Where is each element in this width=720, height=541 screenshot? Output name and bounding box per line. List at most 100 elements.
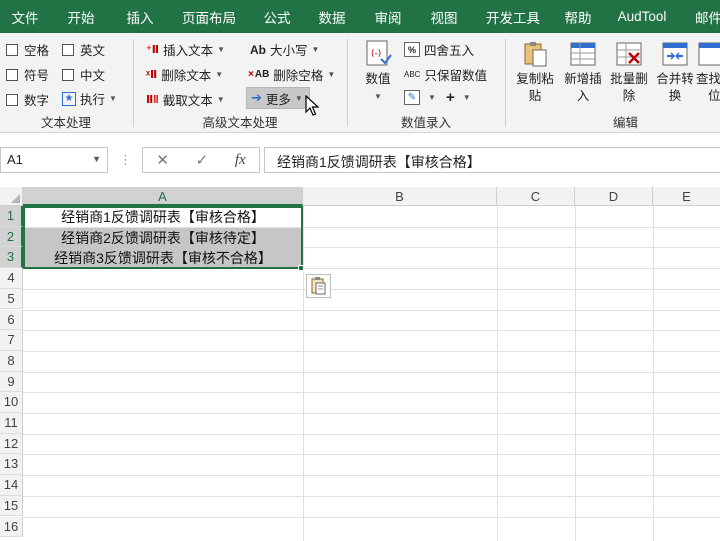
chevron-down-icon[interactable]: ▼: [92, 154, 101, 164]
group-label: 文本处理: [40, 116, 91, 130]
percent-icon: %: [404, 42, 420, 57]
gridline: [23, 309, 720, 311]
copy-paste-button[interactable]: 复制粘 贴: [512, 39, 558, 109]
row-header[interactable]: 9: [0, 371, 23, 393]
menu-review[interactable]: 审阅: [360, 0, 416, 33]
fill-handle[interactable]: [298, 265, 304, 271]
menu-data[interactable]: 数据: [304, 0, 360, 33]
lookup-button[interactable]: 查找 位: [696, 39, 720, 109]
row-header[interactable]: 3: [0, 247, 23, 269]
row-header[interactable]: 11: [0, 413, 23, 434]
chevron-down-icon: ▼: [216, 95, 225, 104]
batch-delete-button[interactable]: 批量删 除: [606, 39, 652, 109]
insert-rows-icon: [568, 39, 598, 69]
row-header[interactable]: 12: [0, 433, 23, 455]
gridline: [23, 350, 720, 352]
row-header[interactable]: 2: [0, 226, 23, 248]
chinese-checkbox[interactable]: 中文: [62, 65, 105, 84]
clipboard-icon: [520, 39, 550, 69]
svg-text:(-): (-): [371, 49, 381, 59]
spreadsheet-grid: A B C D E 1 2 3 4 5 6 7 8 9 10 11 12 13 …: [0, 187, 720, 541]
gridline: [23, 475, 720, 477]
case-button[interactable]: Ab 大小写 ▼: [250, 40, 319, 59]
column-header-a[interactable]: A: [23, 187, 303, 206]
value-button[interactable]: (-) 数值 ▼: [356, 39, 400, 109]
delete-text-icon: ˣⅡ: [146, 69, 158, 81]
column-header-e[interactable]: E: [653, 187, 720, 206]
group-label: 高级文本处理: [202, 116, 278, 130]
cell-a1[interactable]: 经销商1反馈调研表【审核合格】: [24, 207, 302, 227]
add-insert-button[interactable]: 新增插 入: [560, 39, 606, 109]
gridline: [23, 371, 720, 373]
cell-a2[interactable]: 经销商2反馈调研表【审核待定】: [24, 227, 302, 248]
checkbox-icon: [6, 68, 18, 81]
menu-help[interactable]: 帮助: [554, 0, 602, 33]
text-processing-group: 空格 英文 符号 中文 数字 ★ 执行 ▼ 文本处理: [0, 33, 132, 133]
edit-tool-button[interactable]: ✎ ▼: [404, 90, 436, 105]
formula-input[interactable]: 经销商1反馈调研表【审核合格】: [264, 147, 720, 173]
menu-view[interactable]: 视图: [416, 0, 472, 33]
round-button[interactable]: % 四舍五入: [404, 40, 474, 59]
group-label: 数值录入: [400, 116, 451, 130]
keep-value-button[interactable]: ABC 只保留数值: [404, 65, 487, 84]
insert-text-icon: ⁺Ⅱ: [146, 44, 160, 56]
column-header-b[interactable]: B: [303, 187, 497, 206]
row-header[interactable]: 4: [0, 268, 23, 289]
row-header[interactable]: 10: [0, 392, 23, 413]
menu-file[interactable]: 文件: [0, 0, 50, 33]
chevron-down-icon: ▼: [327, 70, 336, 79]
row-header[interactable]: 1: [0, 206, 23, 227]
row-header[interactable]: 13: [0, 454, 23, 476]
abc-icon: ABC: [404, 70, 421, 79]
merge-convert-button[interactable]: 合并转 换: [652, 39, 698, 109]
checkbox-icon: [6, 93, 18, 106]
number-checkbox[interactable]: 数字: [6, 90, 49, 109]
more-button[interactable]: ➔ 更多 ▼: [246, 87, 310, 109]
menu-audtool[interactable]: AudTool: [602, 0, 682, 33]
row-header[interactable]: 14: [0, 475, 23, 496]
row-header[interactable]: 16: [0, 516, 23, 538]
row-header[interactable]: 7: [0, 330, 23, 351]
splitter-handle-icon[interactable]: ⋮: [119, 152, 132, 168]
menu-formulas[interactable]: 公式: [250, 0, 304, 33]
delete-text-button[interactable]: ˣⅡ 删除文本 ▼: [146, 65, 223, 84]
column-header-d[interactable]: D: [575, 187, 653, 206]
enter-icon[interactable]: ✓: [196, 151, 209, 169]
gridline: [575, 206, 576, 541]
row-header[interactable]: 5: [0, 288, 23, 310]
checkbox-icon: [6, 43, 18, 56]
menu-page-layout[interactable]: 页面布局: [168, 0, 250, 33]
lookup-icon: [696, 39, 720, 69]
row-header[interactable]: 15: [0, 495, 23, 517]
menu-developer[interactable]: 开发工具: [472, 0, 554, 33]
menu-home[interactable]: 开始: [50, 0, 112, 33]
english-checkbox[interactable]: 英文: [62, 40, 105, 59]
extract-text-icon: Ⅱ‖: [146, 94, 159, 106]
delete-space-button[interactable]: × AB 删除空格 ▼: [248, 65, 335, 84]
row-header[interactable]: 8: [0, 350, 23, 372]
menu-mail[interactable]: 邮件: [682, 0, 720, 33]
gridline: [23, 454, 720, 456]
paste-options-button[interactable]: [306, 274, 331, 298]
name-box[interactable]: A1 ▼: [0, 147, 108, 173]
symbol-checkbox[interactable]: 符号: [6, 65, 49, 84]
add-button[interactable]: + ▼: [446, 89, 471, 106]
cancel-icon[interactable]: ✕: [156, 151, 169, 169]
chevron-down-icon: ▼: [428, 93, 436, 102]
row-header[interactable]: 6: [0, 309, 23, 331]
pencil-icon: ✎: [404, 90, 420, 105]
gridline: [23, 413, 720, 414]
execute-button[interactable]: ★ 执行 ▼: [62, 89, 117, 108]
insert-text-button[interactable]: ⁺Ⅱ 插入文本 ▼: [146, 40, 225, 59]
insert-function-icon[interactable]: fx: [235, 152, 246, 169]
arrow-right-icon: ➔: [251, 90, 262, 105]
space-checkbox[interactable]: 空格: [6, 40, 49, 59]
checkbox-icon: [62, 43, 74, 56]
menu-insert[interactable]: 插入: [112, 0, 168, 33]
column-header-c[interactable]: C: [497, 187, 575, 206]
extract-text-button[interactable]: Ⅱ‖ 截取文本 ▼: [146, 90, 225, 109]
cell-a3[interactable]: 经销商3反馈调研表【审核不合格】: [24, 248, 302, 269]
select-all-button[interactable]: [0, 187, 23, 206]
chevron-down-icon: ▼: [217, 45, 225, 54]
case-icon: Ab: [250, 42, 266, 57]
